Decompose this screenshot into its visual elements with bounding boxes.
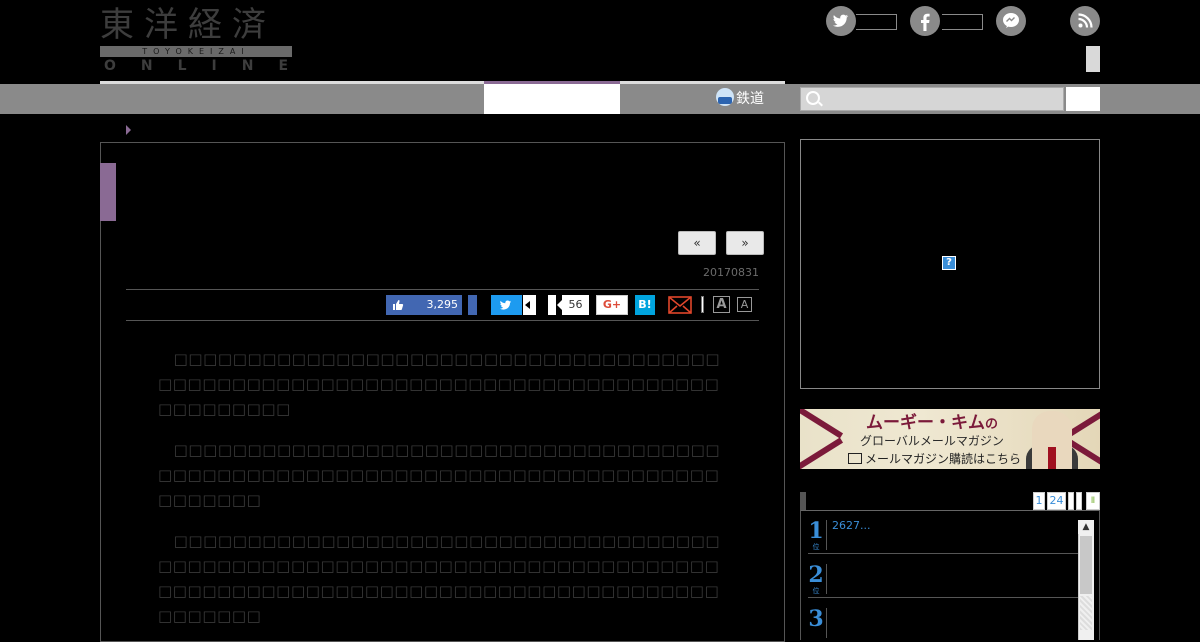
scrollbar-thumb[interactable] (1080, 536, 1092, 594)
ranking-item-title[interactable]: 2627... (832, 519, 870, 533)
ranking-tab-24h[interactable]: 24 (1047, 492, 1066, 510)
scroll-up-arrow-icon[interactable]: ▲ (1078, 520, 1094, 534)
messenger-glyph (1003, 13, 1019, 28)
search-input[interactable] (800, 87, 1064, 111)
envelope-icon (848, 453, 862, 464)
logo-wordmark: 東洋経済 (100, 5, 276, 45)
twitter-glyph (833, 14, 849, 27)
facebook-like-button[interactable]: 3,295 (386, 295, 462, 315)
ad-info-icon[interactable]: ? (942, 256, 956, 270)
article-date: 20170831 (703, 266, 759, 279)
twitter-bird-icon (500, 300, 511, 310)
article-paragraph: □□□□□□□□□□□□□□□□□□□□□□□□□□□□□□□□□□□□□□□□… (158, 350, 721, 418)
site-logo[interactable]: 東洋経済 TOYOKEIZAI ONLINE (100, 5, 292, 74)
nav-tab-railway[interactable]: 鉄道 (716, 87, 764, 111)
banner-title-main: ムーギー・キム (865, 413, 985, 433)
train-icon (716, 88, 734, 106)
search-icon (806, 91, 820, 105)
banner-cta: メールマガジン購読はこちら (848, 452, 1028, 466)
share-spacer (548, 295, 556, 315)
banner-subtitle: グローバルメールマガジン (860, 434, 1004, 448)
rank-divider (826, 608, 827, 638)
facebook-glyph (921, 13, 930, 31)
newsletter-banner[interactable]: ムーギー・キムの グローバルメールマガジン メールマガジン購読はこちら (800, 409, 1100, 469)
logo-band: TOYOKEIZAI (100, 46, 292, 57)
title-accent-bar (100, 163, 116, 221)
ranking-tab[interactable] (1076, 492, 1082, 510)
nav-tab-active[interactable] (484, 84, 620, 114)
font-size-separator (701, 296, 704, 313)
article-paragraph: □□□□□□□□□□□□□□□□□□□□□□□□□□□□□□□□□□□□□□□□… (158, 532, 721, 625)
prev-page-button[interactable]: « (678, 231, 716, 255)
tweet-count-bubble (523, 295, 536, 315)
search-button[interactable] (1066, 87, 1100, 111)
mail-envelope (668, 296, 692, 314)
mail-icon[interactable] (668, 296, 692, 314)
rank-number: 2 (808, 562, 824, 588)
rank-number: 1 (808, 518, 824, 544)
rank-suffix: 位 (812, 587, 820, 595)
ranking-tab-icon[interactable]: Ⅱ (1086, 492, 1100, 510)
tweet-button[interactable] (491, 295, 522, 315)
logo-online: ONLINE (104, 58, 314, 74)
next-page-button[interactable]: » (726, 231, 764, 255)
banner-stripe (800, 409, 844, 439)
scrollbar-track (1080, 596, 1092, 630)
breadcrumb-arrow-icon (126, 125, 131, 135)
thumbs-up-icon (393, 300, 404, 310)
share-divider-top (126, 289, 759, 290)
rss-glyph (1078, 13, 1093, 28)
facebook-count (942, 14, 983, 30)
facebook-icon[interactable] (910, 6, 940, 36)
font-size-small-button[interactable]: A (737, 297, 752, 312)
share-divider-bottom (126, 320, 759, 321)
hatena-bookmark-button[interactable]: B! (635, 295, 655, 315)
messenger-icon[interactable] (996, 6, 1026, 36)
like-count: 3,295 (426, 298, 459, 311)
ranking-header-marker (800, 492, 806, 510)
nav-tab-railway-label: 鉄道 (736, 91, 764, 107)
rss-icon[interactable] (1070, 6, 1100, 36)
font-size-large-button[interactable]: A (713, 296, 730, 313)
banner-stripe (800, 437, 844, 469)
twitter-count (856, 14, 897, 30)
ranking-tab[interactable] (1068, 492, 1074, 510)
banner-portrait-tie (1048, 447, 1056, 469)
rank-divider (826, 520, 827, 550)
banner-title: ムーギー・キムの (842, 413, 1022, 435)
side-tab[interactable] (1086, 46, 1100, 72)
facebook-share-button[interactable] (468, 295, 477, 315)
google-plus-button[interactable]: G+ (596, 295, 628, 315)
rank-separator (808, 553, 1080, 554)
rank-divider (826, 564, 827, 594)
comment-count: 56 (557, 295, 589, 315)
rank-suffix: 位 (812, 543, 820, 551)
rank-number: 3 (808, 606, 824, 632)
rank-separator (808, 597, 1080, 598)
twitter-icon[interactable] (826, 6, 856, 36)
article-paragraph: □□□□□□□□□□□□□□□□□□□□□□□□□□□□□□□□□□□□□□□□… (158, 441, 721, 509)
ranking-tab-1h[interactable]: 1 (1033, 492, 1045, 510)
banner-cta-label: メールマガジン購読はこちら (865, 452, 1022, 466)
banner-title-suffix: の (984, 417, 998, 432)
